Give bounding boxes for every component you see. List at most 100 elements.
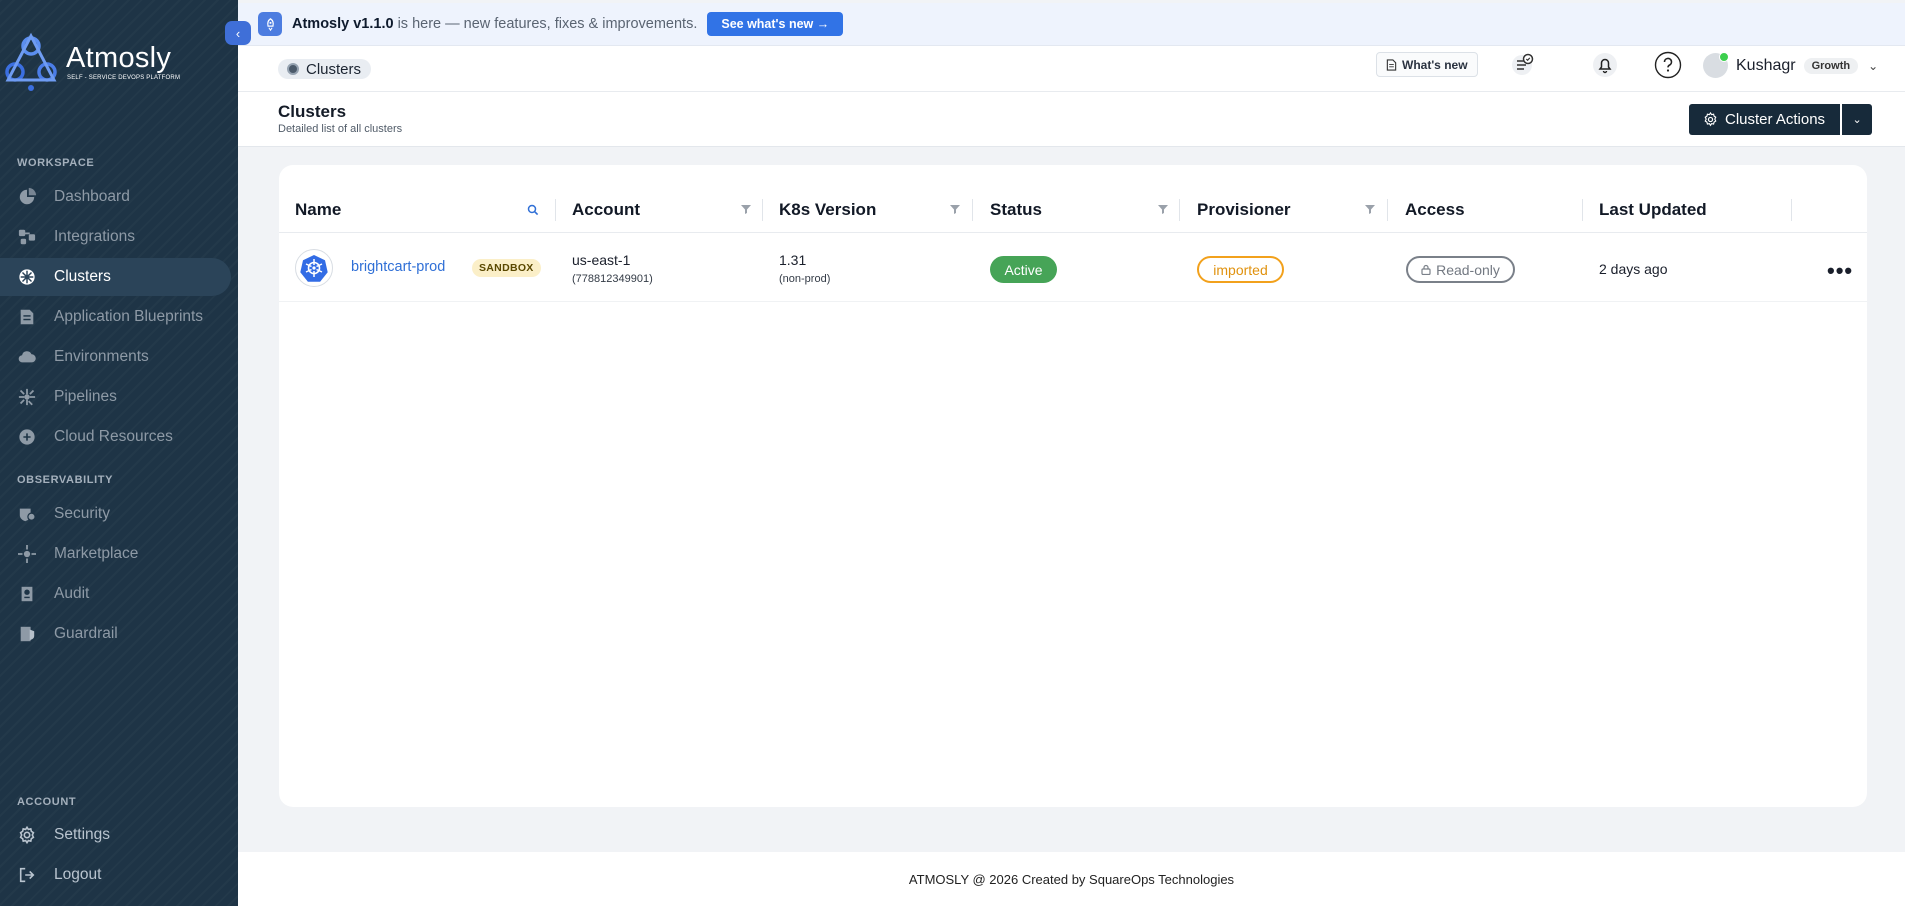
cloud-icon [18, 348, 36, 366]
sidebar-item-label: Environments [54, 348, 149, 365]
footer-text: ATMOSLY @ 2026 Created by SquareOps Tech… [908, 871, 1235, 887]
audit-icon [18, 585, 36, 603]
sidebar-item-clusters[interactable]: Clusters [0, 258, 231, 296]
cluster-actions-button[interactable]: Cluster Actions [1689, 104, 1841, 135]
user-menu[interactable]: Kushagr Growth ⌄ [1703, 52, 1879, 78]
cluster-actions-dropdown[interactable]: ⌄ [1842, 104, 1873, 135]
column-divider [1179, 199, 1180, 221]
page-header: Clusters Detailed list of all clusters C… [238, 92, 1905, 147]
clusters-table: Name Account K8s Version Status Provisio… [279, 165, 1867, 807]
see-whats-new-button[interactable]: See what's new → [707, 12, 844, 36]
chevron-down-icon: ⌄ [1868, 58, 1879, 73]
announcement-version: Atmosly v1.1.0 [292, 16, 394, 32]
sidebar-item-label: Application Blueprints [54, 308, 204, 325]
cluster-icon [287, 63, 299, 75]
sidebar-item-marketplace[interactable]: Marketplace [0, 535, 231, 573]
access-badge: Read-only [1406, 256, 1515, 283]
cloud-resources-icon [18, 428, 36, 446]
page-title: Clusters [278, 102, 347, 121]
environment-type: (non-prod) [779, 273, 831, 285]
sidebar-item-audit[interactable]: Audit [0, 575, 231, 613]
chevron-left-icon: ‹ [235, 25, 241, 41]
column-divider [762, 199, 763, 221]
breadcrumb[interactable]: Clusters [278, 59, 372, 79]
table-row[interactable]: brightcart-prod SANDBOX us-east-1 (77881… [279, 234, 1867, 302]
sidebar-item-security[interactable]: Security [0, 495, 231, 533]
column-header-access[interactable]: Access [1405, 187, 1465, 233]
table-header: Name Account K8s Version Status Provisio… [279, 187, 1867, 233]
breadcrumb-label: Clusters [306, 60, 362, 78]
filter-icon[interactable] [1365, 204, 1375, 214]
sidebar-item-label: Pipelines [54, 388, 117, 405]
cluster-name-link[interactable]: brightcart-prod [351, 259, 445, 275]
bell-icon[interactable] [1591, 51, 1619, 79]
sidebar-collapse-button[interactable]: ‹ [225, 21, 251, 45]
shield-icon [18, 505, 36, 523]
sidebar-item-guardrail[interactable]: Guardrail [0, 615, 231, 653]
sidebar-item-pipelines[interactable]: Pipelines [0, 378, 231, 416]
gear-icon [1704, 112, 1717, 127]
logo-name: Atmosly [66, 41, 172, 74]
provisioner-badge: imported [1197, 256, 1284, 283]
sidebar-item-logout[interactable]: Logout [0, 856, 231, 894]
sidebar-item-settings[interactable]: Settings [0, 816, 231, 854]
blueprint-icon [18, 308, 36, 326]
section-label-workspace: WORKSPACE [17, 157, 95, 169]
avatar [1703, 52, 1729, 78]
guardrail-icon [18, 625, 36, 643]
account-id: (778812349901) [572, 273, 653, 285]
sidebar-item-label: Marketplace [54, 545, 139, 562]
column-header-name[interactable]: Name [295, 187, 341, 233]
sidebar-item-cloud-resources[interactable]: Cloud Resources [0, 418, 231, 456]
search-icon[interactable] [527, 204, 539, 216]
atmosly-logo[interactable]: Atmosly SELF - SERVICE DEVOPS PLATFORM [2, 30, 180, 92]
cluster-actions-label: Cluster Actions [1725, 111, 1826, 128]
column-divider [972, 199, 973, 221]
column-header-status[interactable]: Status [990, 187, 1042, 233]
plan-badge: Growth [1803, 57, 1859, 74]
sidebar-item-integrations[interactable]: Integrations [0, 218, 231, 256]
sidebar-item-label: Audit [54, 585, 90, 602]
sidebar-item-application-blueprints[interactable]: Application Blueprints [0, 298, 231, 336]
sidebar-item-label: Security [54, 505, 110, 522]
announcement-bar: Atmosly v1.1.0 is here — new features, f… [238, 3, 1905, 46]
sidebar-item-dashboard[interactable]: Dashboard [0, 178, 231, 216]
sandbox-badge: SANDBOX [472, 259, 541, 277]
column-divider [1791, 199, 1792, 221]
rocket-icon [258, 12, 282, 36]
filter-icon[interactable] [741, 204, 751, 214]
column-header-provisioner[interactable]: Provisioner [1197, 187, 1291, 233]
cluster-icon [18, 268, 36, 286]
lock-icon [1421, 264, 1431, 275]
announcement-message: is here — new features, fixes & improvem… [397, 16, 698, 32]
sidebar-item-label: Integrations [54, 228, 135, 245]
integrations-icon [18, 228, 36, 246]
k8s-version: 1.31 [779, 252, 807, 268]
access-label: Read-only [1436, 261, 1500, 278]
tasks-icon[interactable] [1509, 51, 1537, 79]
document-icon [1386, 58, 1397, 71]
sidebar-item-label: Settings [54, 826, 111, 843]
column-header-last-updated[interactable]: Last Updated [1599, 187, 1707, 233]
help-icon[interactable] [1654, 51, 1682, 79]
section-label-observability: OBSERVABILITY [17, 474, 114, 486]
sidebar-item-label: Clusters [54, 268, 111, 285]
sidebar-item-environments[interactable]: Environments [0, 338, 231, 376]
column-header-account[interactable]: Account [572, 187, 640, 233]
kubernetes-icon [295, 249, 333, 287]
column-header-k8s-version[interactable]: K8s Version [779, 187, 876, 233]
whats-new-button[interactable]: What's new [1376, 52, 1478, 77]
cluster-actions-group: Cluster Actions ⌄ [1689, 104, 1873, 135]
account-region: us-east-1 [572, 252, 631, 268]
more-options-icon[interactable]: ••• [1827, 258, 1853, 284]
sidebar-item-label: Dashboard [54, 188, 130, 205]
sidebar-item-label: Cloud Resources [54, 428, 173, 445]
sidebar-item-label: Logout [54, 866, 102, 883]
whats-new-label: What's new [1402, 57, 1468, 72]
filter-icon[interactable] [1158, 204, 1168, 214]
filter-icon[interactable] [950, 204, 960, 214]
column-divider [1387, 199, 1388, 221]
status-badge: Active [990, 256, 1057, 283]
footer: ATMOSLY @ 2026 Created by SquareOps Tech… [238, 852, 1905, 906]
column-divider [1582, 199, 1583, 221]
